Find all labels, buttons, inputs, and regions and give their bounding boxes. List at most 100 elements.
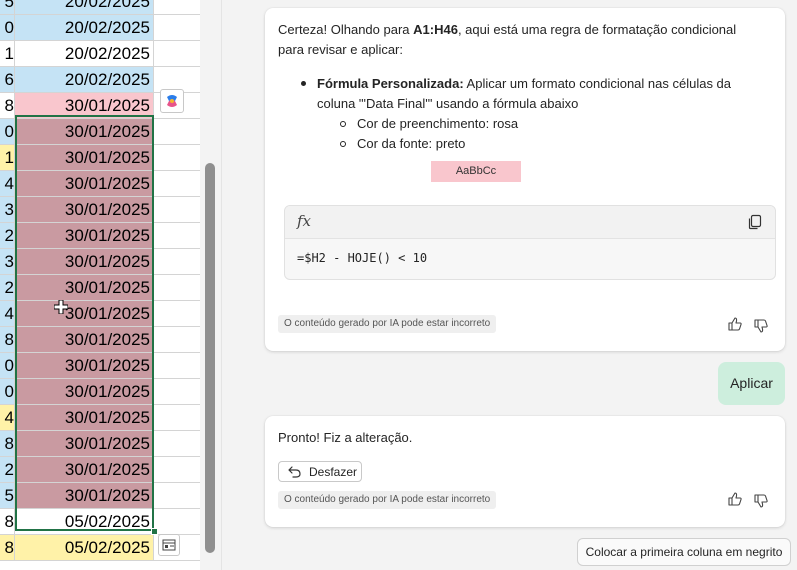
sheet-row: 2 30/01/2025 [0,223,200,249]
sheet-row: 0 30/01/2025 [0,379,200,405]
cell-id-partial[interactable]: 0 [0,15,15,41]
cell-end-date[interactable]: 30/01/2025 [15,119,154,145]
cell-id-partial[interactable]: 2 [0,457,15,483]
cell-id-partial[interactable]: 8 [0,327,15,353]
cell-end-date[interactable]: 20/02/2025 [15,0,154,15]
cell-id-partial[interactable]: 3 [0,249,15,275]
cell-end-date[interactable]: 30/01/2025 [15,457,154,483]
cell-id-partial[interactable]: 1 [0,41,15,67]
quick-analysis-icon[interactable] [158,534,180,556]
sheet-row: 8 30/01/2025 [0,431,200,457]
sheet-row: 0 30/01/2025 [0,119,200,145]
cell-id-partial[interactable]: 4 [0,405,15,431]
copy-icon[interactable] [747,214,763,230]
cell-id-partial[interactable]: 8 [0,93,15,119]
cell-id-partial[interactable]: 0 [0,379,15,405]
fill-color-item: Cor de preenchimento: rosa [357,116,519,131]
cell-end-date[interactable]: 30/01/2025 [15,275,154,301]
cell-date-text: 30/01/2025 [64,200,150,219]
cell-empty[interactable] [154,171,200,197]
cell-end-date[interactable]: 30/01/2025 [15,249,154,275]
cell-date-text: 20/02/2025 [64,18,150,37]
cell-end-date[interactable]: 05/02/2025 [15,535,154,561]
cell-end-date[interactable]: 30/01/2025 [15,171,154,197]
cell-id-partial[interactable]: 2 [0,275,15,301]
scrollbar-thumb[interactable] [205,163,215,553]
suggestion-chip[interactable]: Colocar a primeira coluna em negrito [577,538,791,566]
cell-end-date[interactable]: 05/02/2025 [15,509,154,535]
cell-empty[interactable] [154,41,200,67]
sheet-row: 4 30/01/2025 [0,301,200,327]
cell-end-date[interactable]: 30/01/2025 [15,483,154,509]
cell-empty[interactable] [154,145,200,171]
cell-end-date[interactable]: 30/01/2025 [15,301,154,327]
user-message-apply: Aplicar [718,362,785,405]
cell-id-partial[interactable]: 4 [0,301,15,327]
undo-button[interactable]: Desfazer [278,461,362,482]
thumbs-down-icon[interactable] [753,318,769,334]
done-text: Pronto! Fiz a alteração. [278,430,413,445]
cell-id-partial[interactable]: 5 [0,0,15,15]
cell-end-date[interactable]: 20/02/2025 [15,67,154,93]
cell-empty[interactable] [154,379,200,405]
cell-empty[interactable] [154,119,200,145]
cell-end-date[interactable]: 30/01/2025 [15,223,154,249]
cell-date-text: 30/01/2025 [64,174,150,193]
assistant-message-rule: Certeza! Olhando para A1:H46, aqui está … [265,8,785,351]
ai-disclaimer: O conteúdo gerado por IA pode estar inco… [278,491,497,509]
sheet-row: 4 30/01/2025 [0,405,200,431]
cell-date-text: 30/01/2025 [64,304,150,323]
code-block-header: fx [285,206,775,239]
cell-end-date[interactable]: 30/01/2025 [15,405,154,431]
cell-id-partial[interactable]: 3 [0,197,15,223]
cell-empty[interactable] [154,327,200,353]
cell-end-date[interactable]: 30/01/2025 [15,145,154,171]
cell-empty[interactable] [154,353,200,379]
cell-empty[interactable] [154,405,200,431]
cell-id-partial[interactable]: 0 [0,353,15,379]
cell-id-partial[interactable]: 6 [0,67,15,93]
thumbs-up-icon[interactable] [727,491,743,507]
cell-end-date[interactable]: 30/01/2025 [15,93,154,119]
cell-empty[interactable] [154,457,200,483]
sub-bullet [340,141,346,147]
cell-id-partial[interactable]: 2 [0,223,15,249]
cell-empty[interactable] [154,301,200,327]
cell-date-text: 05/02/2025 [64,538,150,557]
copilot-icon[interactable] [160,89,184,113]
cell-id-partial[interactable]: 8 [0,509,15,535]
cell-id-partial[interactable]: 4 [0,171,15,197]
cell-empty[interactable] [154,197,200,223]
cell-end-date[interactable]: 30/01/2025 [15,353,154,379]
cell-end-date[interactable]: 20/02/2025 [15,15,154,41]
cell-empty[interactable] [154,275,200,301]
cell-empty[interactable] [154,0,200,15]
cell-end-date[interactable]: 30/01/2025 [15,431,154,457]
cell-empty[interactable] [154,249,200,275]
cell-date-text: 30/01/2025 [64,460,150,479]
sheet-row: 3 30/01/2025 [0,197,200,223]
cell-empty[interactable] [154,15,200,41]
cell-id-partial[interactable]: 0 [0,119,15,145]
cell-end-date[interactable]: 30/01/2025 [15,327,154,353]
fill-handle[interactable] [151,528,158,535]
thumbs-up-icon[interactable] [727,316,743,332]
cell-end-date[interactable]: 30/01/2025 [15,197,154,223]
cell-end-date[interactable]: 30/01/2025 [15,379,154,405]
cell-empty[interactable] [154,483,200,509]
cell-date-text: 30/01/2025 [64,96,150,115]
cell-date-text: 20/02/2025 [64,44,150,63]
cell-date-text: 30/01/2025 [64,382,150,401]
cell-end-date[interactable]: 20/02/2025 [15,41,154,67]
cell-id-partial[interactable]: 8 [0,535,15,561]
cell-empty[interactable] [154,509,200,535]
cell-empty[interactable] [154,431,200,457]
cell-date-text: 30/01/2025 [64,356,150,375]
cell-empty[interactable] [154,223,200,249]
cell-id-partial[interactable]: 1 [0,145,15,171]
cell-id-partial[interactable]: 8 [0,431,15,457]
assistant-message-done: Pronto! Fiz a alteração. Desfazer O cont… [265,416,785,527]
spreadsheet-grid[interactable]: 5 20/02/2025 0 20/02/2025 1 20/02/2025 6 20/02/… [0,0,200,570]
cell-id-partial[interactable]: 5 [0,483,15,509]
thumbs-down-icon[interactable] [753,493,769,509]
